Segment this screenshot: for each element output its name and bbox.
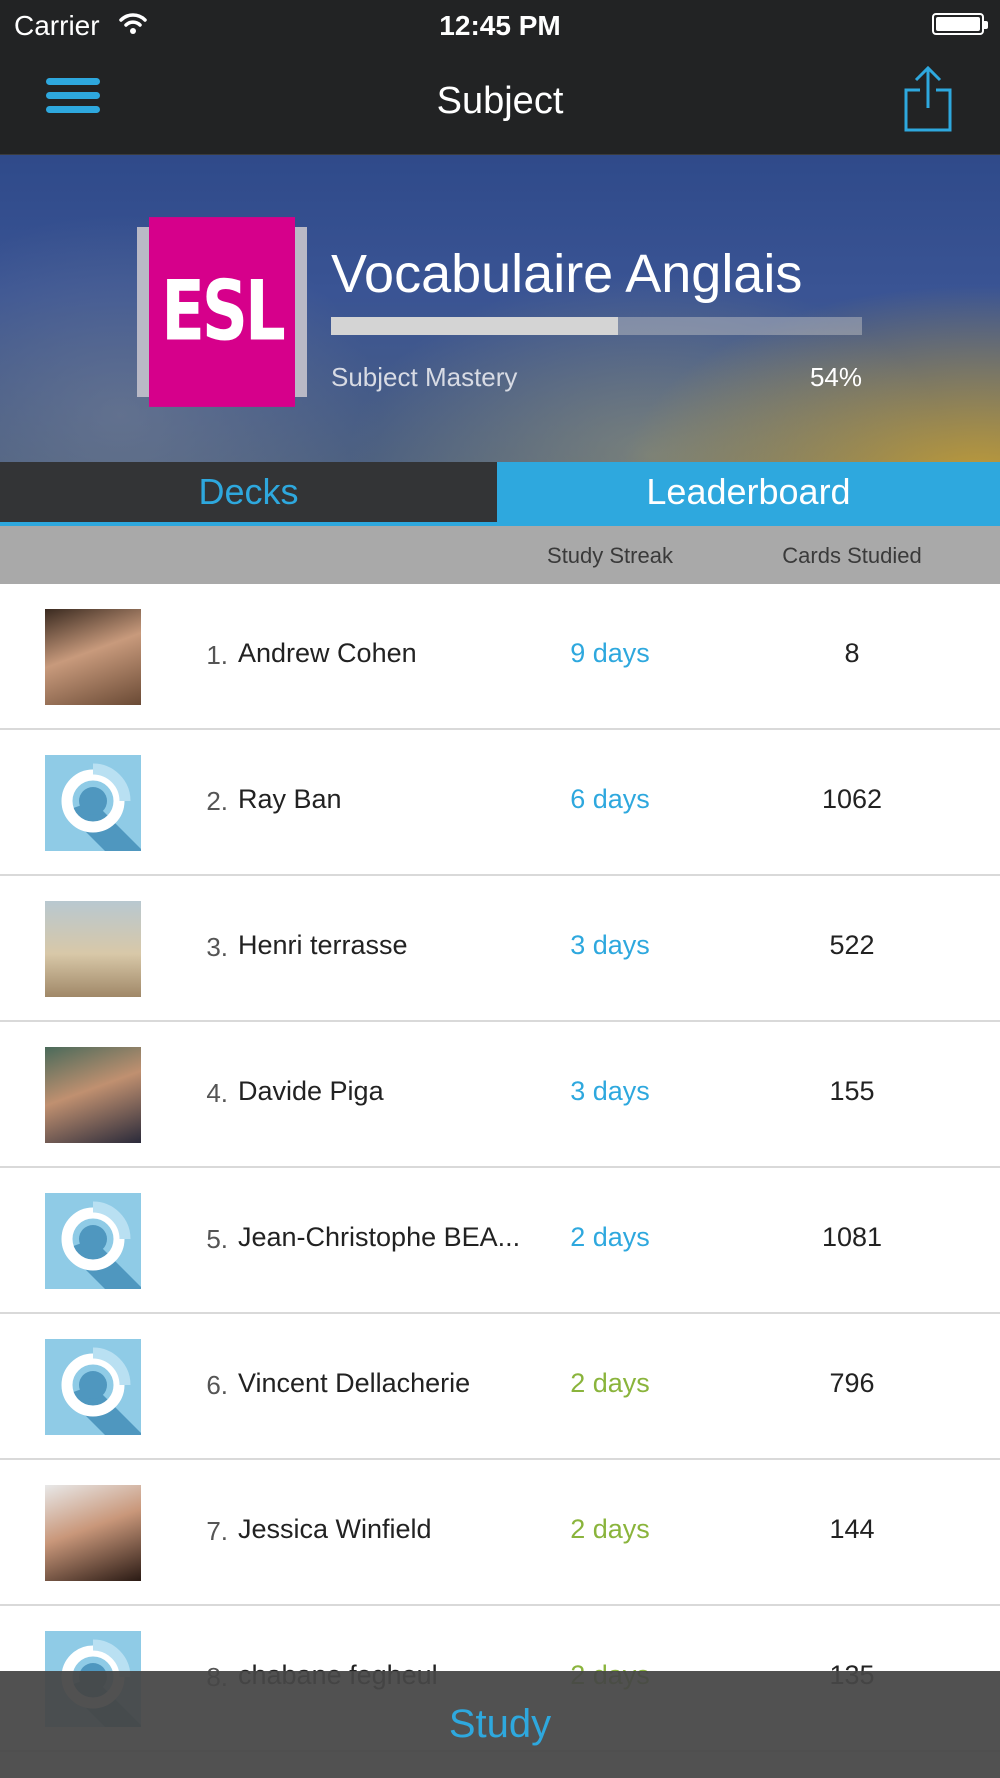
- study-streak: 2 days: [570, 1222, 650, 1252]
- subject-tabs: Decks Leaderboard: [0, 462, 1000, 526]
- nav-bar: Subject: [0, 50, 1000, 155]
- default-avatar-icon: [45, 1193, 141, 1289]
- leaderboard-row[interactable]: 1. Andrew Cohen 9 days 8: [0, 584, 1000, 730]
- status-time: 12:45 PM: [439, 10, 561, 41]
- leaderboard-row[interactable]: 2. Ray Ban 6 days 1062: [0, 730, 1000, 876]
- study-streak: 2 days: [570, 1368, 650, 1398]
- default-avatar-icon: [45, 755, 141, 851]
- user-name: Ray Ban: [238, 784, 342, 814]
- cards-studied: 1062: [821, 784, 883, 814]
- tab-decks[interactable]: Decks: [0, 462, 497, 522]
- mastery-progress-fill: [331, 317, 618, 335]
- status-bar: Carrier 12:45 PM: [0, 0, 1000, 50]
- study-streak: 6 days: [570, 784, 650, 814]
- column-cards-studied: Cards Studied: [782, 543, 922, 568]
- leaderboard-row[interactable]: 4. Davide Piga 3 days 155: [0, 1022, 1000, 1168]
- user-name: Henri terrasse: [238, 930, 408, 960]
- leaderboard-list: 1. Andrew Cohen 9 days 8 2. Ray Ban 6 days 1062…: [0, 584, 1000, 1752]
- rank-number: 6.: [206, 1370, 228, 1400]
- cards-studied: 1081: [821, 1222, 883, 1252]
- tab-leaderboard[interactable]: Leaderboard: [497, 462, 1000, 522]
- cards-studied: 155: [829, 1076, 875, 1106]
- page-title: Subject: [436, 80, 564, 122]
- leaderboard-column-header: Study Streak Cards Studied: [0, 526, 1000, 584]
- cards-studied: 8: [844, 638, 860, 668]
- battery-icon: [932, 13, 988, 35]
- rank-number: 1.: [206, 640, 228, 670]
- cards-studied: 144: [829, 1514, 875, 1544]
- study-streak: 2 days: [570, 1514, 650, 1544]
- leaderboard-row[interactable]: 6. Vincent Dellacherie 2 days 796: [0, 1314, 1000, 1460]
- leaderboard-row[interactable]: 5. Jean-Christophe BEA... 2 days 1081: [0, 1168, 1000, 1314]
- user-avatar: [45, 609, 141, 705]
- leaderboard-row[interactable]: 3. Henri terrasse 3 days 522: [0, 876, 1000, 1022]
- mastery-percent: 54%: [809, 362, 862, 392]
- subject-header: ESL Vocabulaire Anglais Subject Mastery …: [0, 155, 1000, 462]
- column-study-streak: Study Streak: [547, 543, 673, 568]
- user-name: Jean-Christophe BEA...: [238, 1222, 521, 1252]
- subject-title: Vocabulaire Anglais: [331, 244, 803, 304]
- leaderboard-row[interactable]: 7. Jessica Winfield 2 days 144: [0, 1460, 1000, 1606]
- rank-number: 7.: [206, 1516, 228, 1546]
- user-name: Andrew Cohen: [238, 638, 417, 668]
- user-avatar: [45, 1485, 141, 1581]
- user-name: Vincent Dellacherie: [238, 1368, 471, 1398]
- cards-studied: 522: [829, 930, 875, 960]
- rank-number: 4.: [206, 1078, 228, 1108]
- user-name: Davide Piga: [238, 1076, 384, 1106]
- share-icon[interactable]: [902, 64, 954, 132]
- mastery-progress-bar: [331, 317, 862, 335]
- mastery-label: Subject Mastery: [331, 362, 518, 392]
- rank-number: 3.: [206, 932, 228, 962]
- study-streak: 9 days: [570, 638, 650, 668]
- user-name: Jessica Winfield: [238, 1514, 432, 1544]
- rank-number: 5.: [206, 1224, 228, 1254]
- default-avatar-icon: [45, 1339, 141, 1435]
- cards-studied: 796: [829, 1368, 875, 1398]
- rank-number: 2.: [206, 786, 228, 816]
- subject-logo: ESL: [137, 217, 307, 407]
- user-avatar: [45, 901, 141, 997]
- study-streak: 3 days: [570, 930, 650, 960]
- study-streak: 3 days: [570, 1076, 650, 1106]
- study-button[interactable]: Study: [0, 1671, 1000, 1778]
- subject-logo-text: ESL: [149, 217, 295, 407]
- user-avatar: [45, 1047, 141, 1143]
